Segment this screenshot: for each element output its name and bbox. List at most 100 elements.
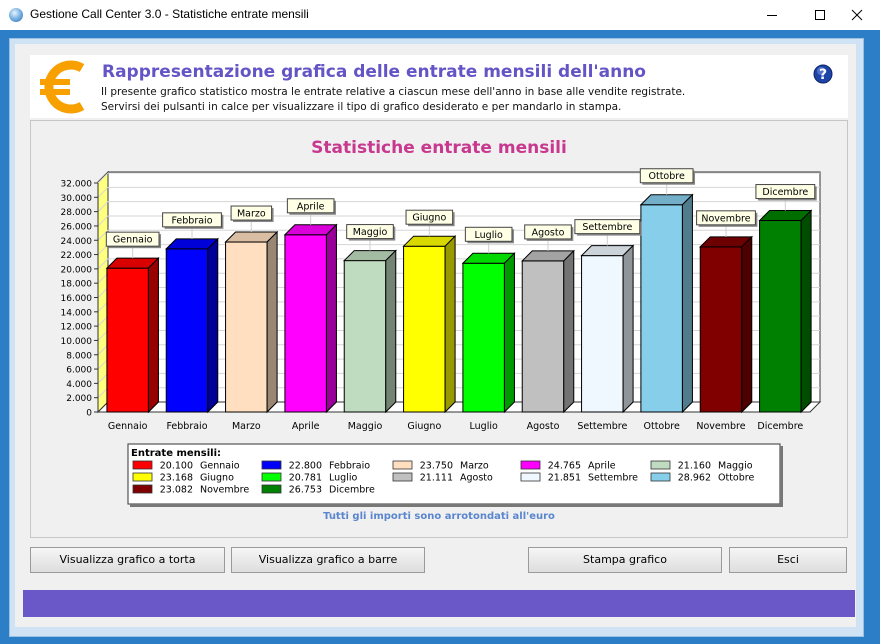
x-tick-label: Aprile xyxy=(292,421,320,432)
bar-front[interactable] xyxy=(521,260,565,413)
y-tick-label: 0 xyxy=(86,409,92,419)
legend-swatch xyxy=(261,484,282,494)
x-tick-label: Gennaio xyxy=(108,421,148,432)
y-tick-label: 6.000 xyxy=(66,366,92,376)
bar-front[interactable] xyxy=(343,260,387,413)
bar-front[interactable] xyxy=(462,262,505,413)
pie-chart-button[interactable]: Visualizza grafico a torta xyxy=(30,547,225,573)
legend-swatch xyxy=(650,460,671,470)
page-heading: Rappresentazione grafica delle entrate m… xyxy=(102,62,646,82)
bar-front[interactable] xyxy=(284,234,327,413)
app-icon xyxy=(9,8,23,22)
close-icon xyxy=(851,9,863,21)
legend-label: Ottobre xyxy=(718,473,754,484)
y-tick-label: 16.000 xyxy=(61,294,93,304)
legend-label: Giugno xyxy=(200,473,234,484)
y-tick-label: 10.000 xyxy=(61,337,93,347)
x-tick-label: Maggio xyxy=(348,421,383,432)
description-line-1: Il presente grafico statistico mostra le… xyxy=(101,86,686,98)
title-bar[interactable]: Gestione Call Center 3.0 - Statistiche e… xyxy=(0,0,880,30)
legend-shadow xyxy=(130,504,782,507)
bar-callout-label: Gennaio xyxy=(113,235,153,246)
bar-front[interactable] xyxy=(106,267,149,413)
bar-callout-label: Ottobre xyxy=(649,171,685,182)
bar-callout-label: Aprile xyxy=(297,201,325,212)
y-tick-label: 30.000 xyxy=(61,194,93,204)
help-icon[interactable]: ? xyxy=(813,64,833,84)
legend-title: Entrate mensili: xyxy=(131,448,221,459)
legend-label: Marzo xyxy=(460,461,489,472)
minimize-icon xyxy=(767,15,777,16)
app-window: Gestione Call Center 3.0 - Statistiche e… xyxy=(0,0,880,644)
bar-front[interactable] xyxy=(403,245,446,413)
legend-value: 22.800 xyxy=(289,461,322,472)
bar-front[interactable] xyxy=(699,246,743,413)
bar-side xyxy=(563,249,575,414)
y-tick-label: 26.000 xyxy=(61,222,93,232)
legend-swatch xyxy=(132,472,153,482)
legend-label: Dicembre xyxy=(329,485,375,496)
y-tick-label: 8.000 xyxy=(66,351,92,361)
exit-button[interactable]: Esci xyxy=(729,547,847,573)
bar-callout-label: Agosto xyxy=(532,227,565,238)
legend-label: Aprile xyxy=(588,461,616,472)
bar-chart: 0 2.000 4.000 6.000 8.000 10.000 12.000 14.000 1… xyxy=(61,138,822,522)
bar-side xyxy=(207,237,219,414)
print-chart-button[interactable]: Stampa grafico xyxy=(528,547,722,573)
bar-callout-label: Dicembre xyxy=(762,187,808,198)
bar-front[interactable] xyxy=(225,241,268,413)
bar-side xyxy=(800,209,812,414)
bar-side xyxy=(385,249,397,414)
bar-side xyxy=(147,256,159,414)
bar-side xyxy=(622,244,634,414)
minimize-button[interactable] xyxy=(749,0,795,30)
y-tick-label: 12.000 xyxy=(61,323,93,333)
maximize-icon xyxy=(815,10,825,20)
y-tick-label: 24.000 xyxy=(61,237,93,247)
description-line-2: Servirsi dei pulsanti in calce per visua… xyxy=(101,101,622,113)
y-tick-label: 14.000 xyxy=(61,308,93,318)
legend-label: Settembre xyxy=(588,473,638,484)
bar-side xyxy=(741,235,753,414)
bar-side xyxy=(325,223,337,414)
bar-front[interactable] xyxy=(165,248,209,413)
legend-value: 28.962 xyxy=(678,473,711,484)
y-tick-label: 4.000 xyxy=(66,380,92,390)
y-tick-label: 32.000 xyxy=(61,180,93,190)
bar-callout-label: Marzo xyxy=(237,209,266,220)
x-tick-label: Settembre xyxy=(577,421,627,432)
bar-callout-label: Maggio xyxy=(353,227,388,238)
legend-label: Maggio xyxy=(718,461,753,472)
legend-label: Gennaio xyxy=(200,461,240,472)
close-button[interactable] xyxy=(834,0,880,30)
euro-icon xyxy=(40,60,85,114)
chart-footnote: Tutti gli importi sono arrotondati all'e… xyxy=(323,511,555,522)
legend-swatch xyxy=(261,472,282,482)
bar-side xyxy=(681,193,693,414)
legend-value: 21.160 xyxy=(678,461,711,472)
bar-callout-label: Giugno xyxy=(412,213,446,224)
legend-label: Novembre xyxy=(200,485,249,496)
legend-shadow-side xyxy=(780,446,783,507)
legend-swatch xyxy=(650,472,671,482)
y-tick-label: 2.000 xyxy=(66,394,92,404)
bar-front[interactable] xyxy=(581,255,624,413)
legend-swatch xyxy=(520,472,541,482)
x-tick-label: Marzo xyxy=(232,421,261,432)
window-title: Gestione Call Center 3.0 - Statistiche e… xyxy=(30,7,309,21)
legend-value: 23.168 xyxy=(160,473,193,484)
legend-label: Agosto xyxy=(460,473,493,484)
y-tick-label: 20.000 xyxy=(61,265,93,275)
bar-side xyxy=(266,230,278,414)
x-tick-label: Ottobre xyxy=(644,421,680,432)
legend-swatch xyxy=(132,484,153,494)
legend-value: 21.851 xyxy=(548,473,581,484)
bar-chart-button[interactable]: Visualizza grafico a barre xyxy=(231,547,425,573)
bar-front[interactable] xyxy=(759,220,802,413)
x-tick-label: Luglio xyxy=(470,421,498,432)
legend-value: 26.753 xyxy=(289,485,322,496)
y-tick-label: 18.000 xyxy=(61,280,93,290)
bar-side xyxy=(444,234,456,414)
bar-front[interactable] xyxy=(640,204,683,413)
legend-value: 24.765 xyxy=(548,461,581,472)
